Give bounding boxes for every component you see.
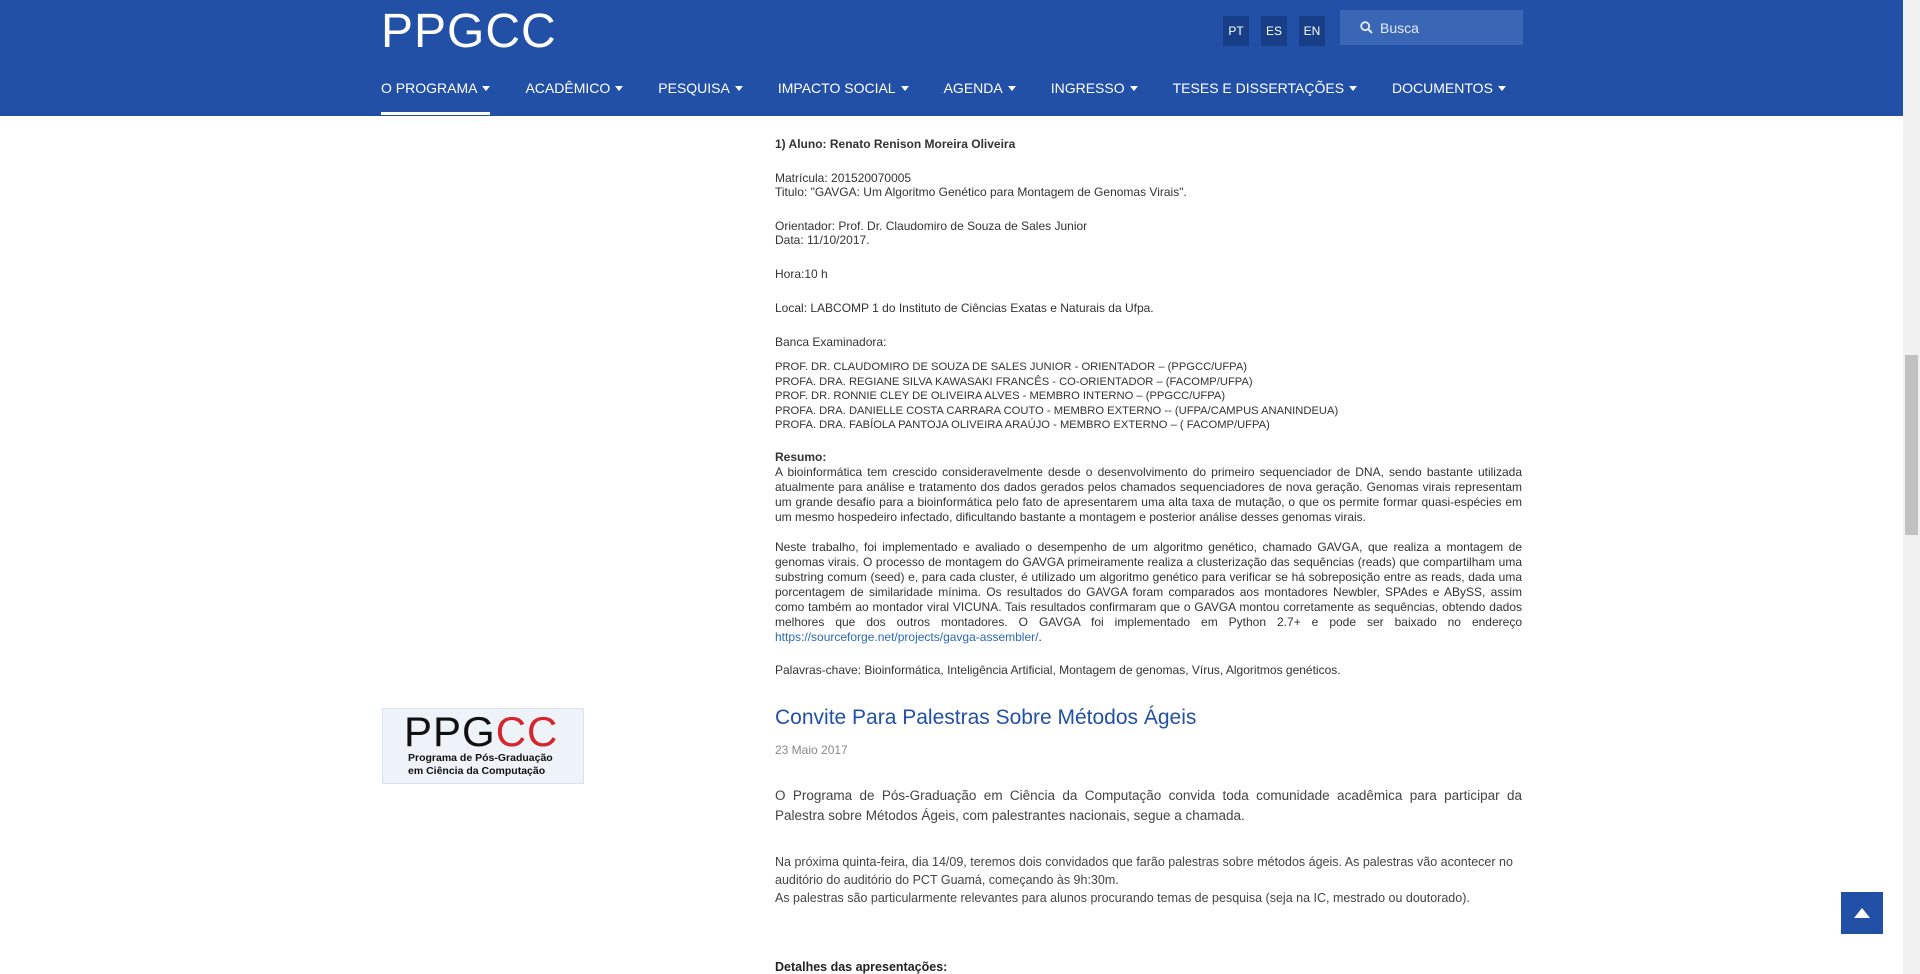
lang-en-button[interactable]: EN (1299, 16, 1325, 46)
logo-subtitle: Programa de Pós-Graduação em Ciência da … (408, 752, 553, 777)
site-logo[interactable]: PPGCC (381, 4, 557, 60)
article-date: 23 Maio 2017 (775, 743, 848, 757)
matricula-text: Matrícula: 201520070005 (775, 171, 912, 185)
main-nav: O PROGRAMA ACADÊMICO PESQUISA IMPACTO SO… (381, 70, 1541, 116)
nav-item-ingresso[interactable]: INGRESSO (1051, 70, 1138, 116)
date-text: Data: 11/10/2017. (775, 233, 870, 247)
location-text: Local: LABCOMP 1 do Instituto de Ciência… (775, 301, 1154, 315)
title-text: Titulo: "GAVGA: Um Algoritmo Genético pa… (775, 185, 1187, 199)
nav-item-documentos[interactable]: DOCUMENTOS (1392, 70, 1506, 116)
caret-down-icon (615, 86, 624, 91)
keywords-text: Palavras-chave: Bioinformática, Inteligê… (775, 663, 1341, 677)
student-heading: 1) Aluno: Renato Renison Moreira Oliveir… (775, 137, 1016, 151)
committee-member: PROFA. DRA. REGIANE SILVA KAWASAKI FRANC… (775, 375, 1253, 388)
caret-down-icon (482, 86, 491, 91)
nav-item-teses-dissertacoes[interactable]: TESES E DISSERTAÇÕES (1173, 70, 1358, 116)
caret-down-icon (1007, 86, 1016, 91)
nav-item-agenda[interactable]: AGENDA (944, 70, 1016, 116)
time-text: Hora:10 h (775, 267, 828, 281)
details-heading: Detalhes das apresentações: (775, 960, 948, 974)
committee-label: Banca Examinadora: (775, 335, 887, 349)
lang-es-button[interactable]: ES (1261, 16, 1287, 46)
committee-member: PROFA. DRA. DANIELLE COSTA CARRARA COUTO… (775, 404, 1339, 417)
arrow-up-icon (1854, 908, 1870, 918)
committee-list: PROF. DR. CLAUDOMIRO DE SOUZA DE SALES J… (775, 360, 1522, 433)
page-scrollbar[interactable] (1903, 0, 1920, 974)
search-input[interactable]: Busca (1340, 10, 1523, 45)
abstract-label: Resumo: (775, 450, 827, 464)
article-title-link[interactable]: Convite Para Palestras Sobre Métodos Áge… (775, 706, 1196, 730)
search-placeholder: Busca (1380, 19, 1419, 36)
committee-member: PROF. DR. CLAUDOMIRO DE SOUZA DE SALES J… (775, 361, 1248, 373)
caret-down-icon (1497, 86, 1506, 91)
article-body: Na próxima quinta-feira, dia 14/09, tere… (775, 855, 1513, 905)
scrollbar-thumb[interactable] (1905, 355, 1918, 535)
caret-down-icon (900, 86, 909, 91)
lang-pt-button[interactable]: PT (1223, 16, 1249, 46)
advisor-text: Orientador: Prof. Dr. Claudomiro de Souz… (775, 219, 1088, 233)
abstract-paragraph-1: A bioinformática tem crescido considerav… (775, 465, 1522, 524)
caret-down-icon (734, 86, 743, 91)
ppgcc-sidebar-logo: PPGCC Programa de Pós-Graduação em Ciênc… (382, 708, 584, 784)
search-icon (1360, 21, 1373, 34)
caret-down-icon (1349, 86, 1358, 91)
committee-member: PROFA. DRA. FABÍOLA PANTOJA OLIVEIRA ARA… (775, 419, 1270, 431)
nav-item-academico[interactable]: ACADÊMICO (525, 70, 624, 116)
nav-item-impacto-social[interactable]: IMPACTO SOCIAL (778, 70, 909, 116)
abstract-paragraph-2: Neste trabalho, foi implementado e avali… (775, 540, 1522, 644)
nav-item-o-programa[interactable]: O PROGRAMA (381, 70, 491, 116)
nav-item-pesquisa[interactable]: PESQUISA (658, 70, 743, 116)
committee-member: PROF. DR. RONNIE CLEY DE OLIVEIRA ALVES … (775, 390, 1226, 402)
article-intro: O Programa de Pós-Graduação em Ciência d… (775, 788, 1522, 823)
site-header: PPGCC PT ES EN Busca O PROGRAMA ACADÊMIC… (0, 0, 1903, 116)
logo-text: PPGCC (404, 708, 559, 755)
gavga-sourceforge-link[interactable]: https://sourceforge.net/projects/gavga-a… (775, 630, 1038, 644)
back-to-top-button[interactable] (1841, 892, 1883, 934)
caret-down-icon (1129, 86, 1138, 91)
